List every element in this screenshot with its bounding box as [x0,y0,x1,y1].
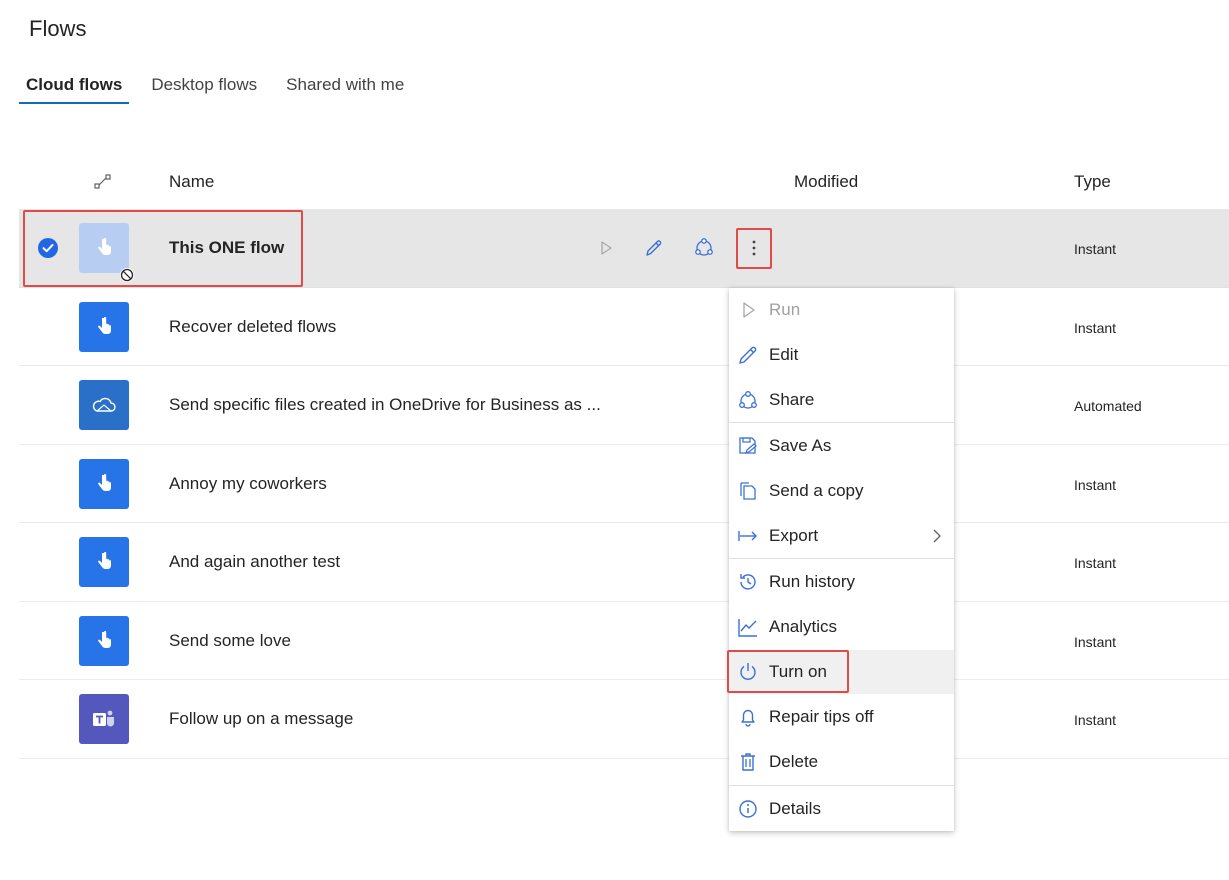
menu-item-label: Delete [769,752,819,771]
menu-item-label: Repair tips off [769,707,874,726]
table-row[interactable]: Send specific files created in OneDrive … [19,366,1229,445]
share-button[interactable] [687,231,721,265]
menu-item-label: Analytics [769,617,838,636]
tab-shared-with-me[interactable]: Shared with me [279,72,411,104]
copy-icon [737,480,759,502]
column-header-type[interactable]: Type [1074,172,1111,192]
save-as-icon [737,435,759,457]
history-icon [737,571,759,593]
teams-icon [79,694,129,744]
flow-type: Instant [1074,319,1117,336]
tab-desktop-flows[interactable]: Desktop flows [144,72,264,104]
chevron-right-icon [930,527,944,545]
menu-divider [729,422,954,423]
touch-icon [79,301,129,352]
table-row[interactable]: This ONE flow Instant [19,209,1229,288]
more-options-button[interactable] [737,231,771,265]
column-header-name[interactable]: Name [169,172,214,192]
bell-icon [737,706,759,728]
menu-divider [729,785,954,786]
table-row[interactable]: Follow up on a message Instant [19,680,1229,759]
flow-name[interactable]: Recover deleted flows [169,317,336,337]
table-row[interactable]: Recover deleted flows Instant [19,288,1229,366]
disabled-icon [120,268,134,282]
flow-type: Instant [1074,476,1117,493]
table-header: Name Modified Type [19,164,1229,200]
menu-item-run[interactable]: Run [729,288,954,332]
menu-item-label: Share [769,390,815,409]
flow-name[interactable]: Send some love [169,631,291,651]
connector-icon [93,172,113,192]
tab-cloud-flows[interactable]: Cloud flows [19,72,130,104]
flow-type: Instant [1074,241,1117,257]
flow-type: Instant [1074,712,1117,728]
flow-name[interactable]: Follow up on a message [169,709,353,729]
export-icon [737,525,759,547]
menu-item-label: Run [769,300,801,319]
menu-item-label: Export [769,526,819,545]
context-menu: Run Edit Share Save As Send a copy Expor… [729,288,954,831]
run-button[interactable] [589,231,623,265]
touch-icon [79,223,129,273]
flow-type: Instant [1074,555,1117,571]
pencil-icon [737,344,759,366]
flow-type: Instant [1074,633,1117,650]
touch-icon [79,615,129,666]
flow-name[interactable]: And again another test [169,552,340,572]
menu-item-label: Send a copy [769,481,864,500]
touch-icon [79,458,129,509]
menu-divider [729,558,954,559]
trash-icon [737,751,759,773]
menu-item-edit[interactable]: Edit [729,333,954,377]
touch-icon [79,537,129,587]
row-checkbox[interactable] [38,238,58,258]
table-row[interactable]: Annoy my coworkers Instant [19,445,1229,523]
menu-item-label: Save As [769,436,832,455]
table-row[interactable]: Send some love Instant [19,602,1229,680]
menu-item-run-history[interactable]: Run history [729,560,954,604]
edit-button[interactable] [637,231,671,265]
flow-list: This ONE flow Instant Recover deleted fl… [19,209,1229,759]
menu-item-send-a-copy[interactable]: Send a copy [729,469,954,513]
info-icon [737,798,759,820]
menu-item-share[interactable]: Share [729,378,954,422]
menu-item-turn-on[interactable]: Turn on [729,650,954,694]
menu-item-analytics[interactable]: Analytics [729,605,954,649]
page-title: Flows [29,16,87,41]
flow-name[interactable]: This ONE flow [169,238,284,258]
menu-item-delete[interactable]: Delete [729,740,954,784]
menu-item-save-as[interactable]: Save As [729,424,954,468]
table-row[interactable]: And again another test Instant [19,523,1229,602]
flow-tabs: Cloud flows Desktop flows Shared with me [19,72,426,106]
menu-item-label: Turn on [769,662,827,681]
column-header-modified[interactable]: Modified [794,172,858,192]
analytics-icon [737,616,759,638]
menu-item-label: Run history [769,572,855,591]
menu-item-export[interactable]: Export [729,514,954,558]
menu-item-label: Details [769,799,821,818]
share-icon [737,389,759,411]
menu-item-details[interactable]: Details [729,787,954,831]
menu-item-label: Edit [769,345,799,364]
menu-item-repair-tips-off[interactable]: Repair tips off [729,695,954,739]
play-icon [737,299,759,321]
onedrive-icon [79,380,129,430]
flow-type: Automated [1074,398,1142,414]
power-icon [737,661,759,683]
flow-name[interactable]: Send specific files created in OneDrive … [169,395,601,415]
flow-name[interactable]: Annoy my coworkers [169,474,327,494]
